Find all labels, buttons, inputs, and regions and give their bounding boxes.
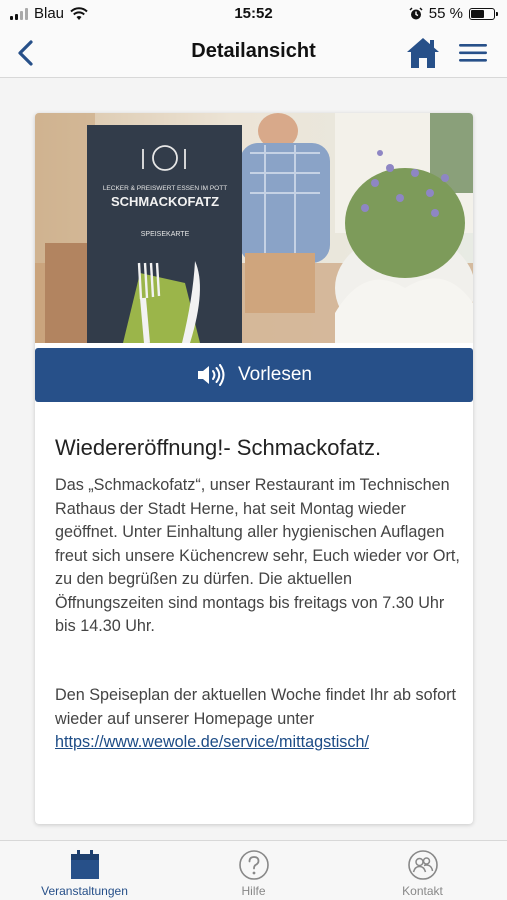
home-button[interactable] xyxy=(405,36,441,70)
menu-link[interactable]: https://www.wewole.de/service/mittagstis… xyxy=(55,733,369,751)
calendar-icon xyxy=(70,850,99,879)
contact-icon xyxy=(407,850,438,880)
help-icon xyxy=(238,850,269,880)
hamburger-menu-icon xyxy=(459,44,487,62)
article-image: LECKER & PREISWERT ESSEN IM POTT SCHMACK… xyxy=(35,113,473,343)
menu-sub: SPEISEKARTE xyxy=(141,231,190,238)
tab-hilfe[interactable]: Hilfe xyxy=(169,841,338,900)
article-paragraph-2-text: Den Speiseplan der aktuellen Woche finde… xyxy=(55,686,457,728)
menu-brand: SCHMACKOFATZ xyxy=(111,194,219,209)
menu-tagline: LECKER & PREISWERT ESSEN IM POTT xyxy=(103,185,227,192)
read-aloud-label: Vorlesen xyxy=(238,364,312,385)
tab-label-hilfe: Hilfe xyxy=(241,884,266,898)
status-bar: Blau 15:52 55 % xyxy=(0,0,507,28)
menu-button[interactable] xyxy=(456,38,490,68)
navigation-bar: Detailansicht xyxy=(0,28,507,78)
read-aloud-button[interactable]: Vorlesen xyxy=(35,348,473,402)
tab-label-veranstaltungen: Veranstaltungen xyxy=(41,884,128,898)
battery-percent: 55 % xyxy=(428,5,463,22)
speaker-icon xyxy=(198,364,225,386)
article-paragraph-2: Den Speiseplan der aktuellen Woche finde… xyxy=(55,684,460,755)
tab-veranstaltungen[interactable]: Veranstaltungen xyxy=(0,841,169,900)
home-icon xyxy=(407,38,439,68)
article-card: LECKER & PREISWERT ESSEN IM POTT SCHMACK… xyxy=(35,113,473,824)
article-title: Wiedereröffnung!- Schmackofatz. xyxy=(55,435,382,460)
battery-icon xyxy=(469,7,498,20)
tab-label-kontakt: Kontakt xyxy=(402,884,443,898)
tab-bar: Veranstaltungen Hilfe Kontakt xyxy=(0,840,507,900)
tab-kontakt[interactable]: Kontakt xyxy=(338,841,507,900)
article-paragraph-1: Das „Schmackofatz“, unser Restaurant im … xyxy=(55,476,460,635)
alarm-icon xyxy=(409,6,423,19)
status-right: 55 % xyxy=(409,5,498,22)
restaurant-photo: LECKER & PREISWERT ESSEN IM POTT SCHMACK… xyxy=(35,113,473,343)
